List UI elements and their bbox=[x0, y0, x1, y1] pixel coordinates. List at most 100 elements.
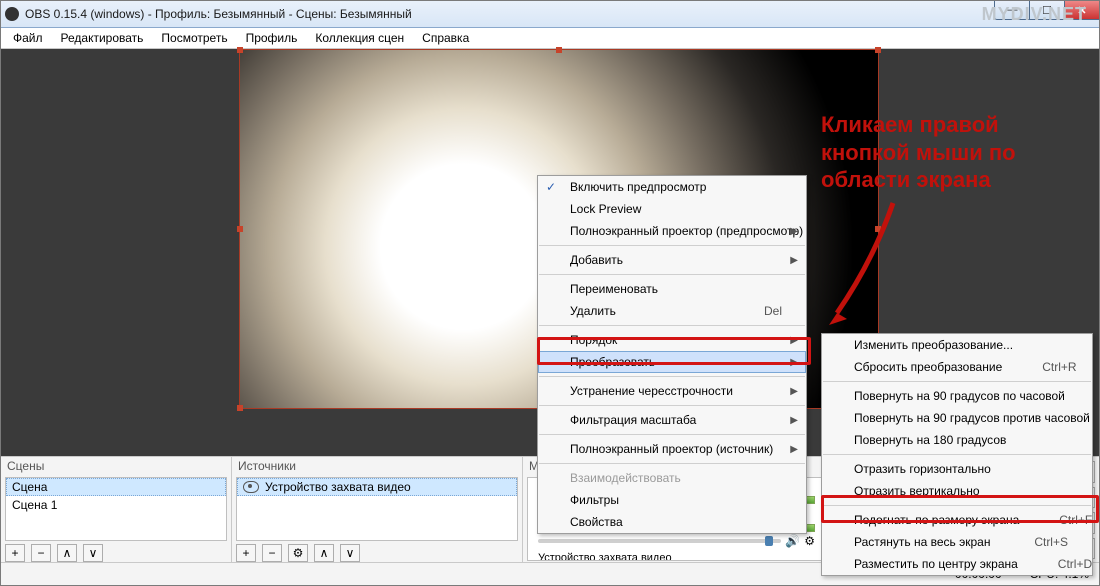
submenu-arrow-icon: ▶ bbox=[790, 226, 798, 237]
context-submenu-item[interactable]: Растянуть на весь экран Ctrl+S bbox=[822, 531, 1092, 553]
resize-handle[interactable] bbox=[237, 47, 243, 53]
context-menu-item-label: Свойства bbox=[570, 515, 623, 529]
context-menu-item[interactable]: ✓ Включить предпросмотр bbox=[538, 176, 806, 198]
source-item[interactable]: Устройство захвата видео bbox=[237, 478, 517, 496]
maximize-button[interactable]: ☐ bbox=[1030, 0, 1065, 20]
context-submenu-item[interactable]: Разместить по центру экранаCtrl+D bbox=[822, 553, 1092, 575]
volume-slider[interactable] bbox=[538, 539, 781, 543]
menu-profile[interactable]: Профиль bbox=[238, 29, 306, 47]
context-menu-item[interactable]: Добавить ▶ bbox=[538, 249, 806, 271]
accelerator-label: Ctrl+D bbox=[1018, 557, 1092, 571]
context-submenu-item[interactable]: Изменить преобразование... bbox=[822, 334, 1092, 356]
window-title: OBS 0.15.4 (windows) - Профиль: Безымянн… bbox=[25, 7, 412, 21]
context-submenu-item-label: Изменить преобразование... bbox=[854, 338, 1013, 352]
context-menu-item[interactable]: Устранение чересстрочности▶ bbox=[538, 380, 806, 402]
context-menu-item[interactable]: Полноэкранный проектор (предпросмотр)▶ bbox=[538, 220, 806, 242]
accelerator-label: Del bbox=[724, 304, 782, 318]
mixer-track: Устройство захвата видео bbox=[532, 550, 821, 561]
context-menu-item[interactable]: Фильтрация масштаба ▶ bbox=[538, 409, 806, 431]
context-submenu-item[interactable]: Повернуть на 90 градусов по часовой bbox=[822, 385, 1092, 407]
speaker-icon[interactable]: 🔊 bbox=[785, 534, 800, 548]
scene-down-button[interactable]: ∨ bbox=[83, 544, 103, 562]
accelerator-label: Ctrl+S bbox=[994, 535, 1068, 549]
context-submenu-item[interactable]: Отразить вертикально bbox=[822, 480, 1092, 502]
context-menu-item[interactable]: Порядок ▶ bbox=[538, 329, 806, 351]
context-submenu-item[interactable]: Повернуть на 90 градусов против часовой bbox=[822, 407, 1092, 429]
context-menu-item[interactable]: Фильтры bbox=[538, 489, 806, 511]
resize-handle[interactable] bbox=[556, 47, 562, 53]
context-menu-item-label: Преобразовать bbox=[570, 355, 655, 369]
context-submenu-item[interactable]: Подогнать по размеру экранаCtrl+F bbox=[822, 509, 1092, 531]
accelerator-label: Ctrl+R bbox=[1002, 360, 1076, 374]
context-submenu-item-label: Разместить по центру экрана bbox=[854, 557, 1018, 571]
context-submenu-item-label: Отразить горизонтально bbox=[854, 462, 991, 476]
menu-edit[interactable]: Редактировать bbox=[53, 29, 152, 47]
remove-scene-button[interactable]: − bbox=[31, 544, 51, 562]
add-scene-button[interactable]: + bbox=[5, 544, 25, 562]
context-menu-item-label: Фильтрация масштаба bbox=[570, 413, 696, 427]
context-submenu-item-label: Повернуть на 90 градусов по часовой bbox=[854, 389, 1065, 403]
scene-up-button[interactable]: ∧ bbox=[57, 544, 77, 562]
resize-handle[interactable] bbox=[875, 226, 881, 232]
resize-handle[interactable] bbox=[237, 405, 243, 411]
context-submenu-item-label: Сбросить преобразование bbox=[854, 360, 1002, 374]
menu-help[interactable]: Справка bbox=[414, 29, 477, 47]
minimize-button[interactable]: — bbox=[994, 0, 1030, 20]
context-menu-item-label: Включить предпросмотр bbox=[570, 180, 706, 194]
context-menu-item-label: Полноэкранный проектор (предпросмотр) bbox=[570, 224, 803, 238]
mixer-track-label: Устройство захвата видео bbox=[538, 552, 815, 561]
context-menu-item-label: Переименовать bbox=[570, 282, 658, 296]
resize-handle[interactable] bbox=[237, 226, 243, 232]
menubar: Файл Редактировать Посмотреть Профиль Ко… bbox=[1, 28, 1099, 49]
scene-item[interactable]: Сцена 1 bbox=[6, 496, 226, 514]
menu-scene-collection[interactable]: Коллекция сцен bbox=[307, 29, 412, 47]
context-menu-item-label: Добавить bbox=[570, 253, 623, 267]
context-menu[interactable]: ✓Включить предпросмотрLock PreviewПолноэ… bbox=[537, 175, 807, 534]
remove-source-button[interactable]: − bbox=[262, 544, 282, 562]
accelerator-label: Ctrl+F bbox=[1019, 513, 1092, 527]
app-icon bbox=[5, 7, 19, 21]
submenu-arrow-icon: ▶ bbox=[790, 335, 798, 346]
resize-handle[interactable] bbox=[875, 47, 881, 53]
titlebar: OBS 0.15.4 (windows) - Профиль: Безымянн… bbox=[1, 1, 1099, 28]
context-menu-item-label: Устранение чересстрочности bbox=[570, 384, 733, 398]
submenu-arrow-icon: ▶ bbox=[790, 415, 798, 426]
context-menu-item-label: Взаимодействовать bbox=[570, 471, 681, 485]
context-menu-item-label: Порядок bbox=[570, 333, 617, 347]
sources-list[interactable]: Устройство захвата видео bbox=[236, 477, 518, 541]
context-submenu-transform[interactable]: Изменить преобразование... Сбросить преоб… bbox=[821, 333, 1093, 576]
context-menu-item-label: Фильтры bbox=[570, 493, 619, 507]
scene-item[interactable]: Сцена bbox=[6, 478, 226, 496]
source-up-button[interactable]: ∧ bbox=[314, 544, 334, 562]
mixer-track-gear-icon[interactable]: ⚙ bbox=[804, 534, 815, 548]
source-down-button[interactable]: ∨ bbox=[340, 544, 360, 562]
scenes-panel: Сцены Сцена Сцена 1 + − ∧ ∨ bbox=[1, 457, 232, 563]
context-menu-item[interactable]: Переименовать bbox=[538, 278, 806, 300]
submenu-arrow-icon: ▶ bbox=[790, 255, 798, 266]
submenu-arrow-icon: ▶ bbox=[790, 444, 798, 455]
menu-file[interactable]: Файл bbox=[5, 29, 51, 47]
context-menu-item[interactable]: Преобразовать ▶ bbox=[538, 351, 806, 373]
submenu-arrow-icon: ▶ bbox=[790, 357, 798, 368]
add-source-button[interactable]: + bbox=[236, 544, 256, 562]
source-item-label: Устройство захвата видео bbox=[265, 480, 411, 494]
app-window: MYDIV.NET OBS 0.15.4 (windows) - Профиль… bbox=[0, 0, 1100, 586]
menu-view[interactable]: Посмотреть bbox=[153, 29, 235, 47]
context-menu-item[interactable]: Свойства bbox=[538, 511, 806, 533]
context-menu-item[interactable]: Lock Preview bbox=[538, 198, 806, 220]
context-submenu-item-label: Растянуть на весь экран bbox=[854, 535, 990, 549]
context-submenu-item[interactable]: Повернуть на 180 градусов bbox=[822, 429, 1092, 451]
context-submenu-item-label: Отразить вертикально bbox=[854, 484, 980, 498]
context-menu-item-label: Удалить bbox=[570, 304, 616, 318]
context-submenu-item[interactable]: Сбросить преобразованиеCtrl+R bbox=[822, 356, 1092, 378]
scenes-list[interactable]: Сцена Сцена 1 bbox=[5, 477, 227, 541]
context-submenu-item[interactable]: Отразить горизонтально bbox=[822, 458, 1092, 480]
check-icon: ✓ bbox=[546, 180, 556, 194]
source-settings-button[interactable]: ⚙ bbox=[288, 544, 308, 562]
context-menu-item[interactable]: Удалить Del bbox=[538, 300, 806, 322]
context-menu-item[interactable]: Полноэкранный проектор (источник)▶ bbox=[538, 438, 806, 460]
visibility-eye-icon[interactable] bbox=[243, 481, 259, 493]
close-button[interactable]: ✕ bbox=[1065, 0, 1100, 20]
scenes-header: Сцены bbox=[7, 459, 44, 473]
context-submenu-item-label: Повернуть на 90 градусов против часовой bbox=[854, 411, 1090, 425]
